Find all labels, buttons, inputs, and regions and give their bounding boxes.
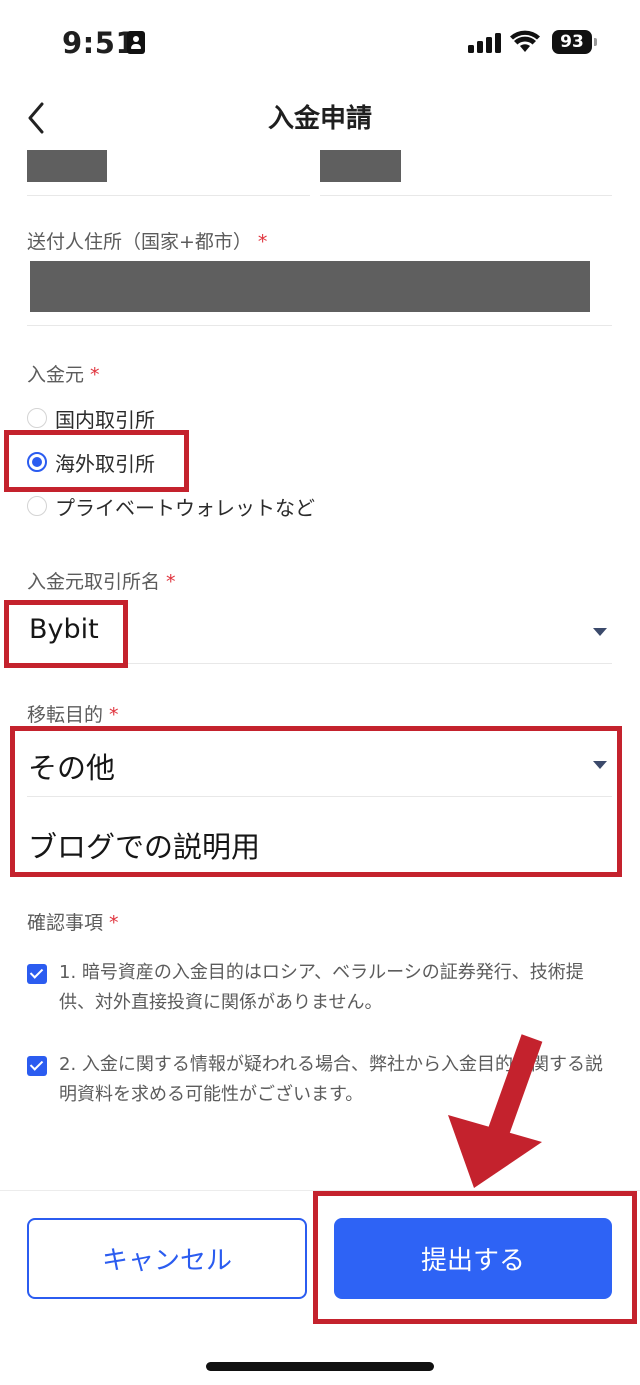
radio-domestic-exchange[interactable]: 国内取引所 — [27, 403, 155, 433]
exchange-name-label: 入金元取引所名 * — [27, 571, 176, 593]
highlight-box-purpose — [10, 726, 622, 877]
page-title: 入金申請 — [267, 104, 372, 134]
nav-bar: 入金申請 — [0, 88, 640, 150]
checkbox-checked[interactable] — [27, 964, 47, 984]
address-label: 送付人住所（国家+都市） * — [27, 231, 268, 253]
purpose-label: 移転目的 * — [27, 704, 119, 726]
checkbox-checked[interactable] — [27, 1056, 47, 1076]
source-label: 入金元 * — [27, 364, 100, 386]
cancel-button[interactable]: キャンセル — [27, 1218, 307, 1299]
highlight-box-overseas — [4, 430, 189, 492]
radio-button[interactable] — [27, 496, 47, 516]
confirm-item-1[interactable]: 1. 暗号資産の入金目的はロシア、ベラルーシの証券発行、技術提供、対外直接投資に… — [27, 958, 617, 1018]
redacted-name-field-2 — [320, 150, 401, 182]
contact-card-icon — [127, 31, 145, 54]
divider — [27, 325, 612, 326]
status-time: 9:51 — [62, 26, 137, 60]
highlight-box-exchange — [4, 600, 128, 668]
annotation-arrow-icon — [448, 1034, 543, 1188]
cellular-signal-icon — [468, 33, 502, 53]
highlight-box-submit — [313, 1191, 637, 1324]
status-bar: 9:51 93 — [0, 0, 640, 88]
wifi-icon — [510, 30, 540, 52]
radio-private-wallet[interactable]: プライベートウォレットなど — [27, 491, 315, 521]
radio-button[interactable] — [27, 408, 47, 428]
confirm-label: 確認事項 * — [27, 912, 119, 934]
battery-indicator: 93 — [552, 30, 597, 54]
divider — [27, 195, 310, 196]
redacted-name-field — [27, 150, 107, 182]
divider — [320, 195, 612, 196]
dropdown-caret-icon[interactable] — [593, 628, 607, 636]
home-indicator — [206, 1362, 434, 1371]
redacted-address-field[interactable] — [30, 261, 590, 312]
